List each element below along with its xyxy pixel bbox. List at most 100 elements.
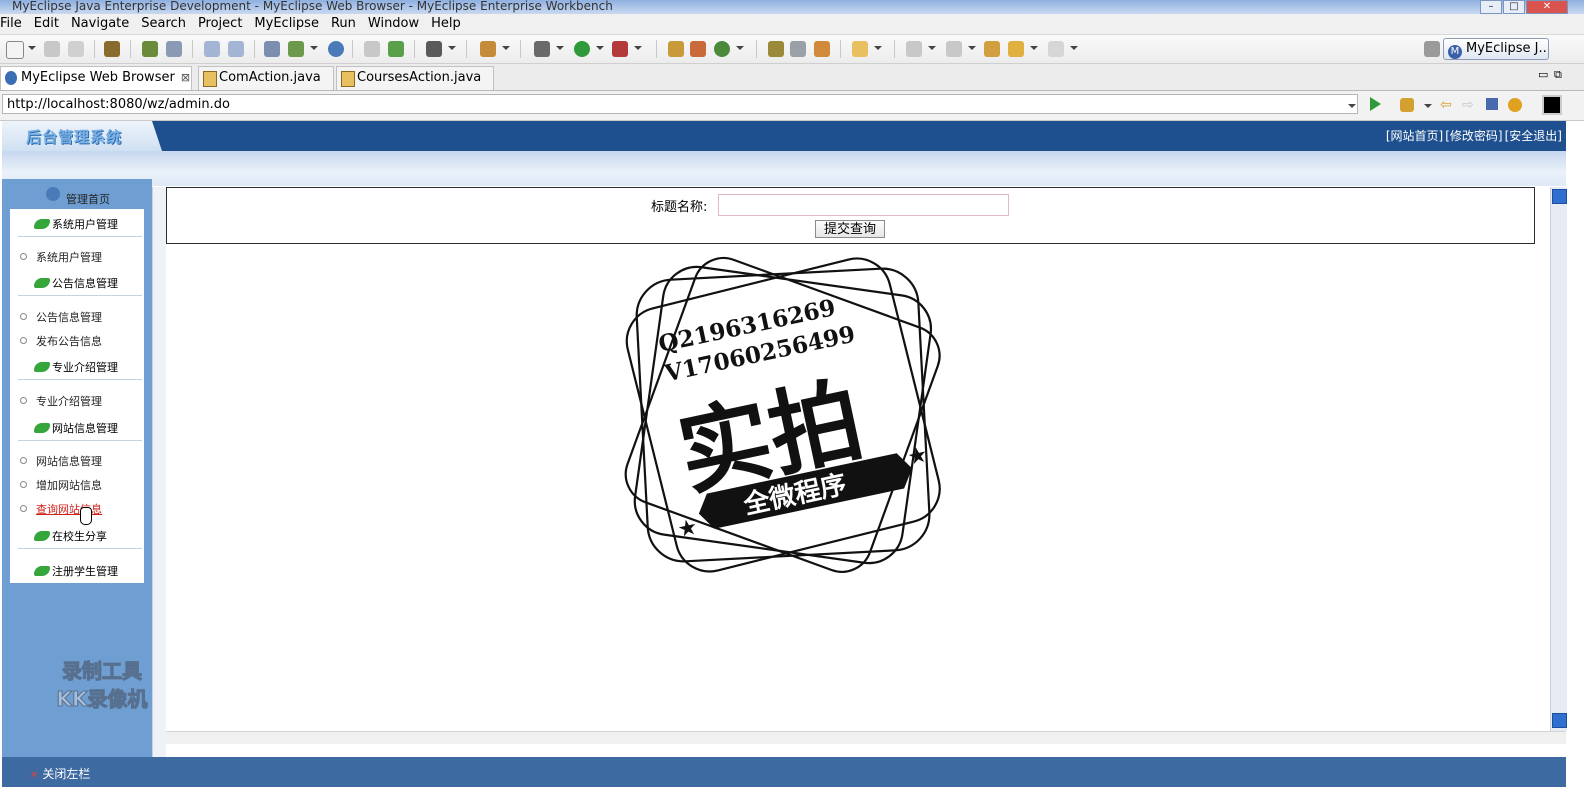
prev-annotation-icon[interactable] [946,41,962,57]
new-class-icon[interactable] [690,41,706,57]
open-task-icon[interactable] [814,41,830,57]
go-icon[interactable] [1370,97,1381,111]
open-folder-icon[interactable] [852,41,868,57]
title-label: 标题名称: [651,200,708,215]
stop-icon[interactable] [1486,98,1498,110]
close-window-button[interactable]: ✕ [1526,0,1568,14]
sidebar-item-add-site-info[interactable]: 增加网站信息 [20,477,102,493]
menu-myeclipse[interactable]: MyEclipse [248,14,325,34]
page-footer: ✕ 关闭左栏 [2,757,1566,787]
menu-edit[interactable]: Edit [28,14,65,34]
minimize-button[interactable]: – [1480,0,1502,14]
sidebar-scrollbar[interactable] [152,187,167,757]
menu-navigate[interactable]: Navigate [65,14,135,34]
link-logout[interactable]: [安全退出] [1505,129,1562,143]
open-perspective-icon[interactable] [1424,41,1440,57]
tab-web-browser[interactable]: MyEclipse Web Browser ⊠ [0,66,192,90]
window-title-bar: MyEclipse Java Enterprise Development - … [0,0,1584,14]
java-file-icon [203,71,217,87]
save-icon[interactable] [44,41,60,57]
menu-file[interactable]: File [0,14,28,34]
bullet-icon [20,313,27,320]
close-tab-icon[interactable]: ⊠ [181,71,190,84]
build-icon[interactable] [142,41,158,57]
color-swatch-icon[interactable] [1542,95,1562,115]
favorites-icon[interactable] [1400,98,1414,112]
run-server-icon[interactable] [288,41,304,57]
close-icon: ✕ [30,770,39,781]
leaf-icon [34,423,50,433]
menu-search[interactable]: Search [135,14,192,34]
server-icon[interactable] [166,41,182,57]
sidebar-cat-majors[interactable]: 专业介绍管理 [18,357,142,380]
sidebar-item-site-info[interactable]: 网站信息管理 [20,453,102,469]
edit-icon[interactable] [204,41,220,57]
debug-icon[interactable] [534,41,550,57]
leaf-icon [34,278,50,288]
scroll-up-icon[interactable] [1552,189,1567,204]
refresh-icon[interactable] [1508,98,1522,112]
external-tools-icon[interactable] [612,41,628,57]
sidebar-cat-site-info[interactable]: 网站信息管理 [18,418,142,441]
folder-icon[interactable] [364,41,380,57]
perspective-button[interactable]: M MyEclipse J... [1443,38,1549,60]
print-icon[interactable] [68,41,84,57]
back-icon[interactable] [1008,41,1024,57]
menu-window[interactable]: Window [362,14,425,34]
camera-icon[interactable] [426,41,442,57]
bookmark-icon[interactable] [480,41,496,57]
globe-icon[interactable] [328,41,344,57]
next-annotation-icon[interactable] [906,41,922,57]
maximize-editor-icon[interactable]: ⧉ [1554,68,1562,82]
menu-run[interactable]: Run [325,14,362,34]
maximize-button[interactable]: □ [1503,0,1525,14]
link-change-password[interactable]: [修改密码] [1445,129,1502,143]
new-dropdown-icon[interactable] [28,46,36,50]
minimize-editor-icon[interactable]: ▭ [1538,68,1548,81]
refresh-icon[interactable] [714,41,730,57]
tools-icon[interactable] [790,41,806,57]
title-search-input[interactable] [718,194,1009,216]
url-input[interactable]: http://localhost:8080/wz/admin.do [2,94,1358,114]
globe-icon [46,187,60,201]
site-logo: 后台管理系统 [2,121,162,151]
bullet-icon [20,481,27,488]
open-type-icon[interactable] [768,41,784,57]
window-title: MyEclipse Java Enterprise Development - … [12,0,613,13]
url-dropdown-icon[interactable] [1348,104,1356,108]
sidebar: 管理首页 系统用户管理 系统用户管理 公告信息管理 公告信息管理 发布公告信息 … [2,179,152,757]
hand-cursor-icon [80,507,92,525]
sidebar-item-notices[interactable]: 公告信息管理 [20,309,102,325]
package-icon[interactable] [104,41,120,57]
sidebar-home[interactable]: 管理首页 [66,191,110,207]
main-scrollbar[interactable] [1550,187,1567,731]
close-left-panel[interactable]: ✕ 关闭左栏 [30,765,90,782]
tab-coursesaction[interactable]: CoursesAction.java [336,66,494,90]
sidebar-item-system-users[interactable]: 系统用户管理 [20,249,102,265]
menu-help[interactable]: Help [425,14,467,34]
back-icon[interactable]: ⇦ [1440,98,1452,112]
run-icon[interactable] [574,41,590,57]
sidebar-cat-student-share[interactable]: 在校生分享 [18,526,142,549]
scroll-down-icon[interactable] [1552,713,1567,728]
sidebar-item-publish-notice[interactable]: 发布公告信息 [20,333,102,349]
myeclipse-icon: M [1448,45,1462,59]
new-icon[interactable] [6,41,24,59]
forward-icon[interactable]: ⇨ [1462,98,1474,112]
main-toolbar: M MyEclipse J... [0,35,1584,64]
new-project-icon[interactable] [668,41,684,57]
horizontal-scrollbar[interactable] [166,731,1566,744]
last-edit-icon[interactable] [984,41,1000,57]
sidebar-cat-registered-students[interactable]: 注册学生管理 [18,561,142,583]
deploy-icon[interactable] [264,41,280,57]
sidebar-item-majors[interactable]: 专业介绍管理 [20,393,102,409]
site-header: 后台管理系统 [网站首页] [修改密码] [安全退出] [2,121,1566,151]
tab-comaction[interactable]: ComAction.java [198,66,334,90]
link-site-home[interactable]: [网站首页] [1386,129,1443,143]
sidebar-cat-system-users[interactable]: 系统用户管理 [18,214,142,237]
menu-project[interactable]: Project [192,14,248,34]
add-icon[interactable] [388,41,404,57]
search-doc-icon[interactable] [228,41,244,57]
forward-icon[interactable] [1048,41,1064,57]
sidebar-cat-notices[interactable]: 公告信息管理 [18,273,142,296]
